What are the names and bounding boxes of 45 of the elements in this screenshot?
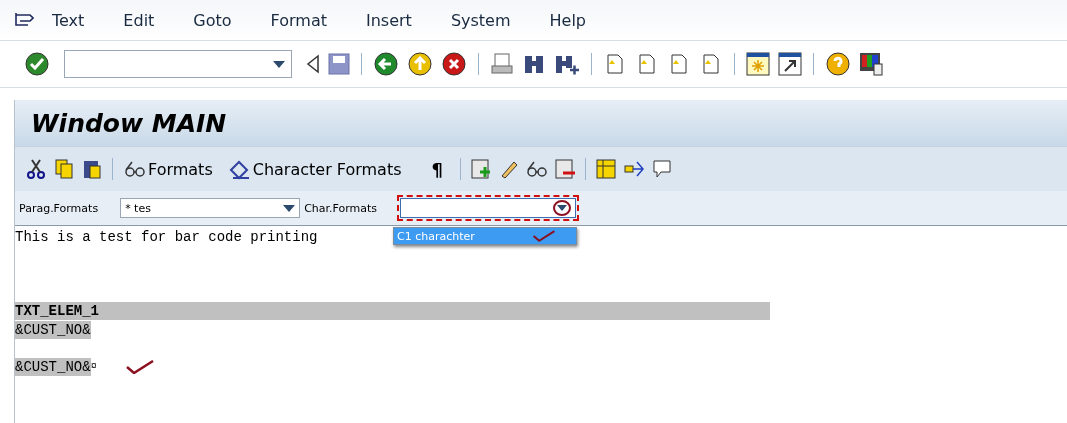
- checkmark-icon[interactable]: [24, 51, 50, 77]
- window-title: Window MAIN: [31, 108, 227, 138]
- circled-caret-icon: [553, 200, 572, 216]
- editor-line: This is a test for bar code printing: [15, 228, 318, 247]
- toolbar-button[interactable]: Character Formats: [226, 158, 410, 180]
- toolbar-button[interactable]: [594, 158, 617, 180]
- menu-item[interactable]: Help: [549, 10, 587, 30]
- menu-item[interactable]: Text: [52, 10, 85, 30]
- menu-item[interactable]: System: [450, 10, 511, 30]
- field-label: Parag.Formats: [19, 201, 99, 215]
- menu-item[interactable]: Format: [270, 10, 327, 30]
- diamond-icon: [228, 158, 251, 180]
- currency-sign: ¤: [90, 361, 97, 373]
- menu-icon[interactable]: [14, 11, 34, 29]
- command-field[interactable]: [64, 50, 292, 78]
- speech-bubble-icon: [650, 158, 673, 180]
- menu-item[interactable]: Edit: [123, 10, 155, 30]
- scissors-icon: [25, 158, 47, 180]
- back-icon[interactable]: [373, 51, 399, 77]
- grid-icon: [594, 158, 617, 180]
- toolbar-button[interactable]: Formats: [122, 158, 221, 180]
- checkmark-drawing: [124, 359, 155, 374]
- toolbar-button[interactable]: [25, 158, 47, 180]
- shortcut-window-icon[interactable]: [778, 52, 802, 76]
- help-icon[interactable]: [825, 51, 851, 77]
- new-window-icon[interactable]: [746, 52, 770, 76]
- checkmark-drawing: [532, 229, 556, 243]
- menu-item[interactable]: Goto: [193, 10, 232, 30]
- toolbar-button[interactable]: [53, 158, 75, 180]
- remove-row-icon: [553, 158, 576, 180]
- back-arrow-icon[interactable]: [306, 54, 320, 74]
- paragraph-mark-button[interactable]: ¶: [429, 158, 451, 180]
- cancel-icon[interactable]: [441, 51, 467, 77]
- paragraph-format-dropdown[interactable]: * tes: [120, 198, 301, 218]
- caret-icon: [283, 204, 296, 212]
- save-icon[interactable]: [328, 53, 350, 75]
- printer-icon[interactable]: [490, 52, 514, 76]
- clipboard-icon: [81, 158, 103, 180]
- add-row-icon: [469, 158, 492, 180]
- field-label: Char.Formats: [304, 201, 378, 215]
- toolbar-button[interactable]: [81, 158, 103, 180]
- monitor-icon[interactable]: [859, 52, 883, 76]
- copy-icon: [53, 158, 75, 180]
- caret-icon: [273, 60, 285, 68]
- menu-item[interactable]: Insert: [366, 10, 412, 30]
